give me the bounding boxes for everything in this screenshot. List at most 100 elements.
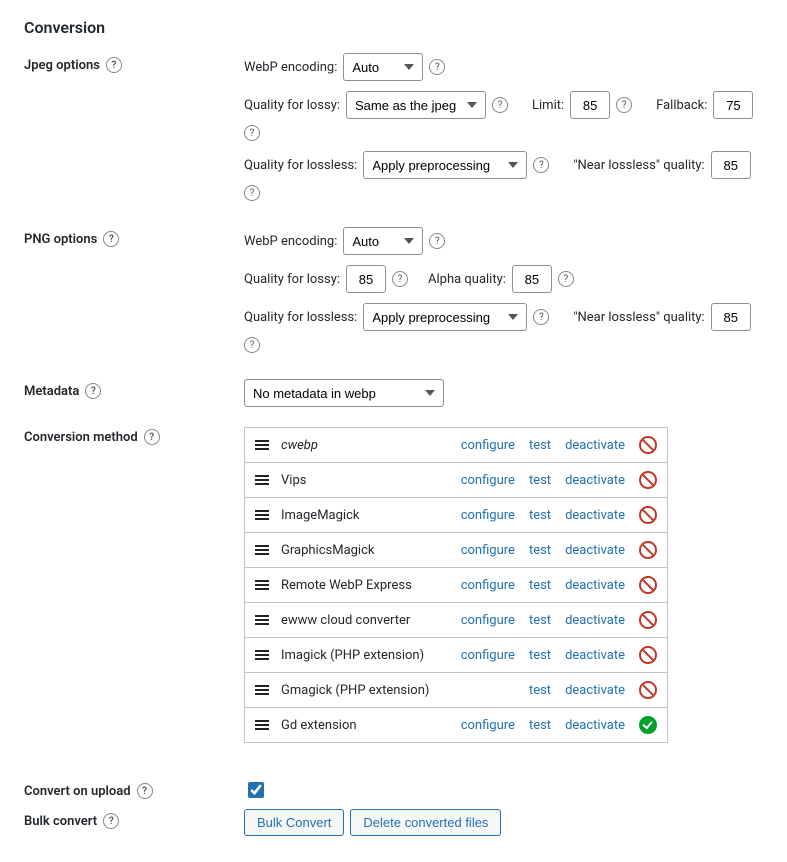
png-options-label: PNG options <box>24 232 97 247</box>
help-icon[interactable]: ? <box>558 271 574 287</box>
near-lossless-label: "Near lossless" quality: <box>573 158 704 173</box>
jpeg-near-lossless-input[interactable] <box>711 151 751 179</box>
png-quality-lossy-input[interactable] <box>346 265 386 293</box>
status-blocked-icon <box>639 611 657 629</box>
configure-link[interactable]: configure <box>461 508 515 523</box>
method-name: GraphicsMagick <box>281 543 449 558</box>
method-row: Vipsconfiguretestdeactivate <box>255 471 657 489</box>
test-link[interactable]: test <box>529 718 551 733</box>
convert-on-upload-label: Convert on upload <box>24 784 131 799</box>
help-icon[interactable]: ? <box>392 271 408 287</box>
conversion-method-label: Conversion method <box>24 430 138 445</box>
jpeg-quality-lossy-select[interactable]: Same as the jpeg <box>346 91 486 119</box>
configure-link[interactable]: configure <box>461 718 515 733</box>
deactivate-link[interactable]: deactivate <box>565 508 625 523</box>
quality-lossy-label: Quality for lossy: <box>244 272 340 287</box>
help-icon[interactable]: ? <box>429 233 445 249</box>
method-name: Gmagick (PHP extension) <box>281 683 449 698</box>
delete-converted-button[interactable]: Delete converted files <box>350 809 501 836</box>
help-icon[interactable]: ? <box>144 429 160 445</box>
method-actions: configure test deactivate <box>461 506 657 524</box>
drag-handle-icon[interactable] <box>255 510 269 520</box>
configure-link[interactable]: configure <box>461 438 515 453</box>
method-actions: configure test deactivate <box>461 716 657 734</box>
configure-link[interactable]: configure <box>461 648 515 663</box>
deactivate-link[interactable]: deactivate <box>565 473 625 488</box>
png-alpha-quality-input[interactable] <box>512 265 552 293</box>
deactivate-link[interactable]: deactivate <box>565 438 625 453</box>
jpeg-options-label: Jpeg options <box>24 58 100 73</box>
drag-handle-icon[interactable] <box>255 720 269 730</box>
test-link[interactable]: test <box>529 648 551 663</box>
test-link[interactable]: test <box>529 473 551 488</box>
help-icon[interactable]: ? <box>533 309 549 325</box>
test-link[interactable]: test <box>529 508 551 523</box>
drag-handle-icon[interactable] <box>255 580 269 590</box>
help-icon[interactable]: ? <box>137 783 153 799</box>
status-blocked-icon <box>639 436 657 454</box>
deactivate-link[interactable]: deactivate <box>565 648 625 663</box>
deactivate-link[interactable]: deactivate <box>565 718 625 733</box>
status-blocked-icon <box>639 576 657 594</box>
test-link[interactable]: test <box>529 543 551 558</box>
png-quality-lossless-select[interactable]: Apply preprocessing <box>363 303 527 331</box>
status-blocked-icon <box>639 646 657 664</box>
convert-on-upload-checkbox[interactable] <box>248 782 264 798</box>
method-actions: configure test deactivate <box>461 576 657 594</box>
deactivate-link[interactable]: deactivate <box>565 613 625 628</box>
deactivate-link[interactable]: deactivate <box>565 543 625 558</box>
deactivate-link[interactable]: deactivate <box>565 683 625 698</box>
webp-encoding-label: WebP encoding: <box>244 60 337 75</box>
help-icon[interactable]: ? <box>616 97 632 113</box>
test-link[interactable]: test <box>529 683 551 698</box>
jpeg-webp-encoding-select[interactable]: Auto <box>343 53 423 81</box>
help-icon[interactable]: ? <box>106 57 122 73</box>
method-actions: configure test deactivate <box>461 541 657 559</box>
jpeg-fallback-input[interactable] <box>713 91 753 119</box>
method-row: Gd extensionconfiguretestdeactivate <box>255 716 657 734</box>
help-icon[interactable]: ? <box>533 157 549 173</box>
method-actions: configure test deactivate <box>461 646 657 664</box>
method-actions: configure test deactivate <box>461 471 657 489</box>
configure-link[interactable]: configure <box>461 613 515 628</box>
drag-handle-icon[interactable] <box>255 440 269 450</box>
help-icon[interactable]: ? <box>429 59 445 75</box>
test-link[interactable]: test <box>529 613 551 628</box>
help-icon[interactable]: ? <box>103 231 119 247</box>
section-title: Conversion <box>24 18 763 37</box>
help-icon[interactable]: ? <box>85 383 101 399</box>
method-row: Remote WebP Expressconfiguretestdeactiva… <box>255 576 657 594</box>
alpha-quality-label: Alpha quality: <box>428 272 506 287</box>
help-icon[interactable]: ? <box>244 337 260 353</box>
help-icon[interactable]: ? <box>103 813 119 829</box>
near-lossless-label: "Near lossless" quality: <box>573 310 704 325</box>
configure-link[interactable]: configure <box>461 543 515 558</box>
drag-handle-icon[interactable] <box>255 475 269 485</box>
configure-link[interactable]: configure <box>461 578 515 593</box>
bulk-convert-label: Bulk convert <box>24 814 97 829</box>
bulk-convert-button[interactable]: Bulk Convert <box>244 809 344 836</box>
png-near-lossless-input[interactable] <box>711 303 751 331</box>
help-icon[interactable]: ? <box>244 125 260 141</box>
png-webp-encoding-select[interactable]: Auto <box>343 227 423 255</box>
quality-lossless-label: Quality for lossless: <box>244 158 357 173</box>
drag-handle-icon[interactable] <box>255 615 269 625</box>
status-blocked-icon <box>639 506 657 524</box>
status-blocked-icon <box>639 541 657 559</box>
configure-link[interactable]: configure <box>461 473 515 488</box>
metadata-select[interactable]: No metadata in webp <box>244 379 444 407</box>
method-row: Imagick (PHP extension)configuretestdeac… <box>255 646 657 664</box>
method-name: ewww cloud converter <box>281 613 449 628</box>
test-link[interactable]: test <box>529 438 551 453</box>
jpeg-quality-lossless-select[interactable]: Apply preprocessing <box>363 151 527 179</box>
test-link[interactable]: test <box>529 578 551 593</box>
help-icon[interactable]: ? <box>244 185 260 201</box>
jpeg-limit-input[interactable] <box>570 91 610 119</box>
drag-handle-icon[interactable] <box>255 545 269 555</box>
quality-lossy-label: Quality for lossy: <box>244 98 340 113</box>
method-row: ImageMagickconfiguretestdeactivate <box>255 506 657 524</box>
deactivate-link[interactable]: deactivate <box>565 578 625 593</box>
drag-handle-icon[interactable] <box>255 685 269 695</box>
help-icon[interactable]: ? <box>492 97 508 113</box>
drag-handle-icon[interactable] <box>255 650 269 660</box>
